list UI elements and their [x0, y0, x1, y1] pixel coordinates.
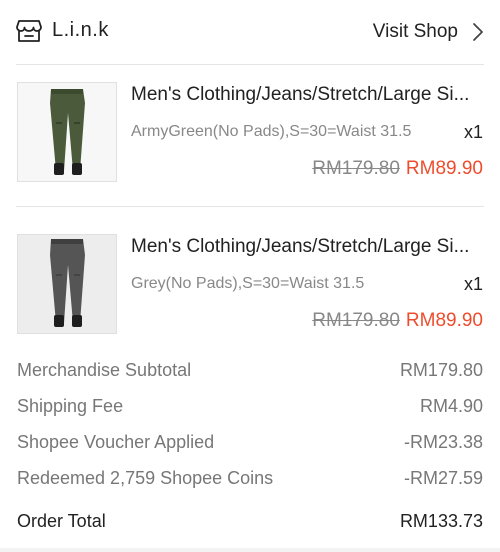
voucher-value: -RM23.38: [403, 432, 483, 452]
voucher-row: Shopee Voucher Applied -RM23.38: [17, 432, 483, 456]
shop-icon: [16, 20, 42, 42]
price-row: RM179.80 RM89.90: [312, 310, 483, 332]
shipping-fee-row: Shipping Fee RM4.90: [17, 396, 483, 420]
visit-shop-link[interactable]: Visit Shop: [373, 21, 458, 43]
bottom-separator: [0, 548, 500, 552]
shipping-label: Shipping Fee: [17, 396, 124, 416]
jeans-image-green: [18, 83, 116, 181]
order-total-value: RM133.73: [399, 511, 483, 531]
coins-row: Redeemed 2,759 Shopee Coins -RM27.59: [17, 468, 483, 492]
discounted-price: RM89.90: [405, 158, 483, 179]
product-variant: ArmyGreen(No Pads),S=30=Waist 31.5: [131, 123, 412, 140]
product-title[interactable]: Men's Clothing/Jeans/Stretch/Large Si...: [131, 84, 483, 106]
item-divider: [16, 206, 484, 207]
order-item[interactable]: Men's Clothing/Jeans/Stretch/Large Si...…: [0, 234, 500, 364]
order-total-row: Order Total RM133.73: [17, 511, 483, 535]
order-total-label: Order Total: [17, 511, 106, 531]
voucher-label: Shopee Voucher Applied: [17, 432, 215, 452]
product-quantity: x1: [463, 274, 483, 294]
discounted-price: RM89.90: [405, 310, 483, 331]
coins-value: -RM27.59: [403, 468, 483, 488]
jeans-image-grey: [18, 235, 116, 333]
shop-header: L.i.n.k Visit Shop: [0, 0, 500, 64]
product-thumbnail[interactable]: [17, 234, 117, 334]
shipping-value: RM4.90: [419, 396, 483, 416]
order-item[interactable]: Men's Clothing/Jeans/Stretch/Large Si...…: [0, 82, 500, 212]
coins-label: Redeemed 2,759 Shopee Coins: [17, 468, 274, 488]
subtotal-value: RM179.80: [399, 360, 483, 380]
product-quantity: x1: [463, 122, 483, 142]
header-divider: [16, 64, 484, 65]
chevron-right-icon[interactable]: [472, 22, 484, 42]
price-row: RM179.80 RM89.90: [312, 158, 483, 180]
subtotal-label: Merchandise Subtotal: [17, 360, 192, 380]
product-variant: Grey(No Pads),S=30=Waist 31.5: [131, 275, 365, 292]
product-title[interactable]: Men's Clothing/Jeans/Stretch/Large Si...: [131, 236, 483, 258]
product-thumbnail[interactable]: [17, 82, 117, 182]
original-price: RM179.80: [312, 310, 400, 331]
original-price: RM179.80: [312, 158, 400, 179]
shop-name[interactable]: L.i.n.k: [52, 19, 109, 42]
merchandise-subtotal-row: Merchandise Subtotal RM179.80: [17, 360, 483, 384]
